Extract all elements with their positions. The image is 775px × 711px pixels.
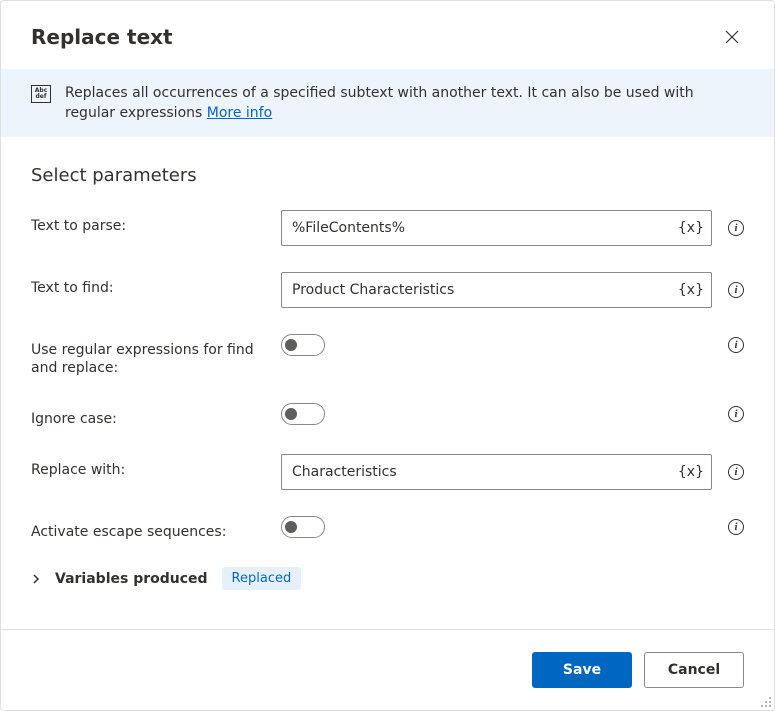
info-banner: Abcdef Replaces all occurrences of a spe… <box>1 69 774 137</box>
input-replace-with[interactable] <box>281 454 712 490</box>
cancel-button[interactable]: Cancel <box>644 652 744 688</box>
info-icon[interactable]: i <box>728 406 744 422</box>
info-icon[interactable]: i <box>728 282 744 298</box>
toggle-activate-escape[interactable] <box>281 516 325 538</box>
dialog-header: Replace text <box>1 1 774 69</box>
param-text-to-find: Text to find: {x} i <box>31 272 744 308</box>
info-banner-text: Replaces all occurrences of a specified … <box>65 83 744 123</box>
label-text-to-find: Text to find: <box>31 272 281 297</box>
variable-badge[interactable]: Replaced <box>222 567 302 590</box>
input-text-to-parse[interactable] <box>281 210 712 246</box>
more-info-link[interactable]: More info <box>207 105 272 121</box>
dialog-content: Select parameters Text to parse: {x} i T… <box>1 137 774 629</box>
close-button[interactable] <box>716 21 748 53</box>
abc-def-icon: Abcdef <box>31 85 51 103</box>
replace-text-dialog: Replace text Abcdef Replaces all occurre… <box>0 0 775 711</box>
info-icon[interactable]: i <box>728 337 744 353</box>
info-icon[interactable]: i <box>728 464 744 480</box>
label-ignore-case: Ignore case: <box>31 403 281 428</box>
param-activate-escape: Activate escape sequences: i <box>31 516 744 541</box>
variable-picker-icon[interactable]: {x} <box>678 282 704 298</box>
variable-picker-icon[interactable]: {x} <box>678 464 704 480</box>
toggle-ignore-case[interactable] <box>281 403 325 425</box>
dialog-title: Replace text <box>31 25 173 49</box>
label-replace-with: Replace with: <box>31 454 281 479</box>
param-ignore-case: Ignore case: i <box>31 403 744 428</box>
variables-produced-label: Variables produced <box>55 571 208 587</box>
section-heading: Select parameters <box>31 165 744 186</box>
info-icon[interactable]: i <box>728 519 744 535</box>
chevron-right-icon <box>31 574 41 584</box>
param-text-to-parse: Text to parse: {x} i <box>31 210 744 246</box>
dialog-footer: Save Cancel <box>1 629 774 710</box>
label-activate-escape: Activate escape sequences: <box>31 516 281 541</box>
close-icon <box>725 30 739 44</box>
variable-picker-icon[interactable]: {x} <box>678 220 704 236</box>
param-replace-with: Replace with: {x} i <box>31 454 744 490</box>
label-use-regex: Use regular expressions for find and rep… <box>31 334 281 377</box>
input-text-to-find[interactable] <box>281 272 712 308</box>
toggle-use-regex[interactable] <box>281 334 325 356</box>
resize-grip-icon[interactable] <box>760 696 772 708</box>
variables-produced-row[interactable]: Variables produced Replaced <box>31 567 744 590</box>
label-text-to-parse: Text to parse: <box>31 210 281 235</box>
info-icon[interactable]: i <box>728 220 744 236</box>
param-use-regex: Use regular expressions for find and rep… <box>31 334 744 377</box>
save-button[interactable]: Save <box>532 652 632 688</box>
